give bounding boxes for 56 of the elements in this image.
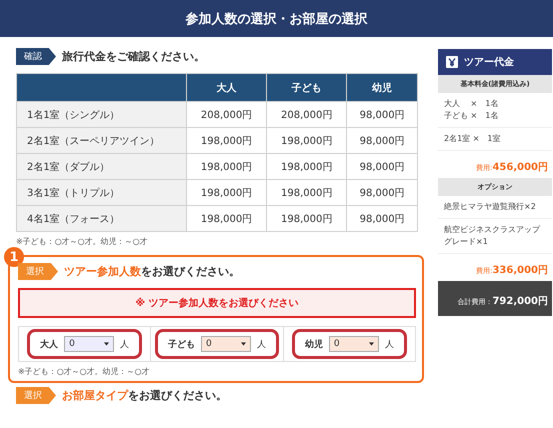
table-cell: 208,000円: [266, 102, 347, 128]
table-cell: 1名1室（シングル）: [16, 102, 186, 128]
table-cell: 2名1室（スーペリアツイン）: [16, 128, 186, 154]
count-select[interactable]: 0: [64, 336, 114, 352]
yen-icon: [446, 56, 458, 68]
table-cell: 198,000円: [186, 180, 267, 206]
unit-label: 人: [384, 338, 394, 350]
unit-label: 人: [256, 338, 266, 350]
age-note: ※子ども：○才～○才。幼児：～○才: [16, 236, 149, 247]
section-heading: 旅行代金をご確認ください。: [62, 49, 205, 64]
subtotal-value: 456,000円: [492, 162, 548, 173]
caret-icon: [368, 342, 374, 346]
step-badge: 1: [4, 247, 24, 267]
section-heading: お部屋タイプをお選びください。: [62, 388, 227, 403]
subtotal-value: 336,000円: [492, 265, 548, 276]
confirm-tag: 確認: [16, 48, 56, 65]
table-cell: 98,000円: [346, 206, 418, 232]
age-note: ※子ども：○才～○才。幼児：～○才: [18, 366, 151, 377]
table-cell: 98,000円: [346, 154, 418, 180]
summary-line: 大人 × 1名: [444, 98, 500, 110]
column-header: 子ども: [266, 74, 347, 102]
unit-label: 人: [120, 338, 130, 350]
table-cell: 198,000円: [186, 206, 267, 232]
summary-line: 子ども × 1名: [444, 110, 500, 122]
count-select[interactable]: 0: [328, 336, 379, 352]
caret-icon: [240, 342, 246, 346]
count-label: 幼児: [304, 338, 323, 350]
table-cell: 198,000円: [266, 206, 347, 232]
alert-message: ※ ツアー参加人数をお選びください: [18, 288, 416, 318]
summary-line: 航空ビジネスクラスアップグレード×1: [444, 224, 542, 248]
select-tag: 選択: [18, 263, 58, 280]
select-tag: 選択: [16, 387, 56, 404]
table-cell: 198,000円: [266, 180, 347, 206]
table-cell: 2名1室（ダブル）: [16, 154, 186, 180]
table-cell: 98,000円: [346, 102, 418, 128]
column-header: 大人: [186, 74, 267, 102]
table-cell: 198,000円: [186, 128, 267, 154]
table-cell: 208,000円: [186, 102, 267, 128]
summary-line: 2名1室 × 1室: [444, 133, 502, 145]
page-title: 参加人数の選択・お部屋の選択: [186, 10, 368, 28]
summary-line: 絶景ヒマラヤ遊覧飛行×2: [444, 201, 537, 213]
table-cell: 3名1室（トリプル）: [16, 180, 186, 206]
table-cell: 98,000円: [346, 180, 418, 206]
table-cell: 98,000円: [346, 128, 418, 154]
summary-title: ツアー代金: [464, 56, 514, 69]
table-cell: 198,000円: [186, 154, 267, 180]
count-label: 大人: [40, 338, 58, 350]
table-cell: 4名1室（フォース）: [16, 206, 186, 232]
count-label: 子ども: [168, 338, 195, 350]
section-heading: ツアー参加人数をお選びください。: [64, 264, 240, 279]
table-cell: 198,000円: [266, 154, 347, 180]
total-value: 792,000円: [492, 296, 548, 307]
count-select[interactable]: 0: [200, 336, 251, 352]
caret-icon: [104, 342, 110, 346]
table-cell: 198,000円: [266, 128, 347, 154]
column-header: 幼児: [346, 74, 418, 102]
